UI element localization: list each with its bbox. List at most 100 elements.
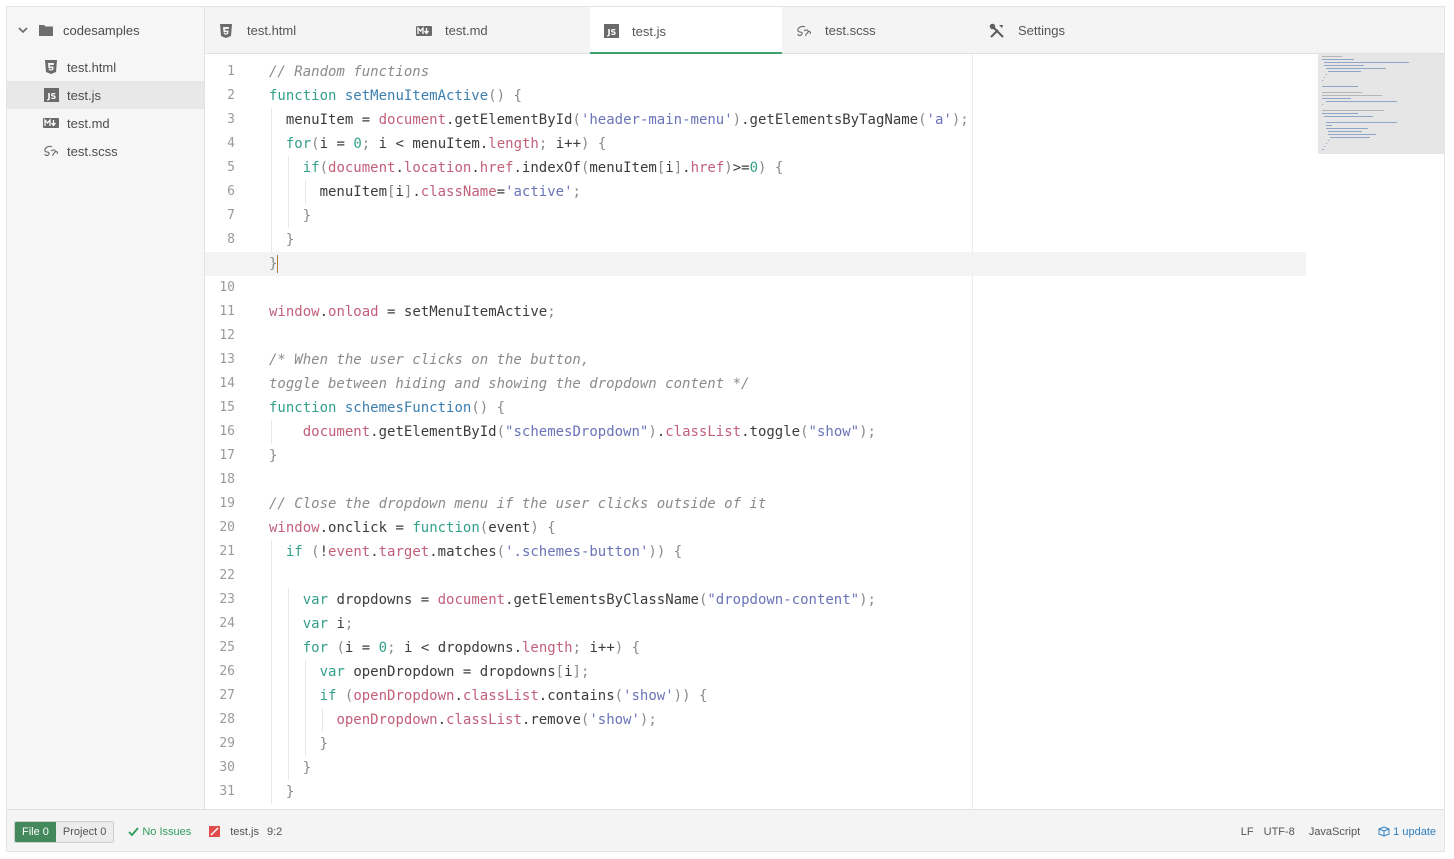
line-number[interactable]: 25 bbox=[205, 636, 235, 660]
line-ending-selector[interactable]: LF bbox=[1241, 826, 1254, 838]
minimap-visible-area[interactable] bbox=[1318, 54, 1444, 154]
line-number[interactable]: 18 bbox=[205, 468, 235, 492]
line-number[interactable]: 24 bbox=[205, 612, 235, 636]
tab-test-scss[interactable]: test.scss bbox=[783, 7, 973, 54]
code-line[interactable]: for(i = 0; i < menuItem.length; i++) { bbox=[269, 132, 1306, 156]
code-line[interactable]: var i; bbox=[269, 612, 1306, 636]
package-updates[interactable]: 1 update bbox=[1378, 826, 1436, 838]
code-line[interactable] bbox=[269, 564, 1306, 588]
indent-guide bbox=[304, 708, 306, 732]
code-line[interactable]: toggle between hiding and showing the dr… bbox=[269, 372, 1306, 396]
line-number[interactable]: 10 bbox=[205, 276, 235, 300]
line-number[interactable]: 16 bbox=[205, 420, 235, 444]
linter-status[interactable]: No Issues bbox=[128, 826, 191, 838]
code-line[interactable]: } bbox=[205, 252, 1306, 276]
cursor-position[interactable]: 9:2 bbox=[267, 826, 282, 838]
line-number[interactable]: 8 bbox=[205, 228, 235, 252]
code-line[interactable]: if (!event.target.matches('.schemes-butt… bbox=[269, 540, 1306, 564]
tree-item-test-scss[interactable]: test.scss bbox=[7, 137, 204, 165]
code-line[interactable]: } bbox=[269, 444, 1306, 468]
code-line[interactable]: function schemesFunction() { bbox=[269, 396, 1306, 420]
line-number[interactable]: 11 bbox=[205, 300, 235, 324]
minimap-line bbox=[1324, 62, 1410, 63]
line-number[interactable]: 19 bbox=[205, 492, 235, 516]
minimap-line bbox=[1324, 65, 1364, 66]
line-number[interactable]: 12 bbox=[205, 324, 235, 348]
line-number[interactable]: 3 bbox=[205, 108, 235, 132]
line-number[interactable]: 4 bbox=[205, 132, 235, 156]
indent-guide bbox=[271, 132, 272, 156]
code-line[interactable]: document.getElementById("schemesDropdown… bbox=[269, 420, 1306, 444]
code-line[interactable]: // Close the dropdown menu if the user c… bbox=[269, 492, 1306, 516]
line-number[interactable]: 5 bbox=[205, 156, 235, 180]
line-number[interactable]: 2 bbox=[205, 84, 235, 108]
line-number[interactable]: 28 bbox=[205, 708, 235, 732]
code-lines[interactable]: // Random functions function setMenuItemA… bbox=[205, 54, 1306, 809]
file-info[interactable]: test.js 9:2 bbox=[209, 826, 282, 838]
line-number[interactable]: 22 bbox=[205, 564, 235, 588]
minimap-line bbox=[1326, 122, 1398, 123]
code-line[interactable]: /* When the user clicks on the button, bbox=[269, 348, 1306, 372]
encoding-selector[interactable]: UTF-8 bbox=[1264, 826, 1295, 838]
code-line[interactable]: function setMenuItemActive() { bbox=[269, 84, 1306, 108]
line-number[interactable]: 29 bbox=[205, 732, 235, 756]
indent-guide bbox=[287, 684, 289, 708]
minimap-line bbox=[1322, 56, 1342, 57]
line-number[interactable]: 27 bbox=[205, 684, 235, 708]
tree-item-test-md[interactable]: test.md bbox=[7, 109, 204, 137]
code-line[interactable]: var dropdowns = document.getElementsByCl… bbox=[269, 588, 1306, 612]
tab-test-md[interactable]: test.md bbox=[403, 7, 593, 54]
line-number[interactable]: 21 bbox=[205, 540, 235, 564]
grammar-selector[interactable]: JavaScript bbox=[1309, 826, 1360, 838]
code-line[interactable]: window.onclick = function(event) { bbox=[269, 516, 1306, 540]
line-number[interactable]: 15 bbox=[205, 396, 235, 420]
line-number[interactable]: 20 bbox=[205, 516, 235, 540]
code-line[interactable]: openDropdown.classList.remove('show'); bbox=[269, 708, 1306, 732]
tree-item-test-html[interactable]: test.html bbox=[7, 53, 204, 81]
code-line[interactable]: menuItem = document.getElementById('head… bbox=[269, 108, 1306, 132]
indent-guide bbox=[271, 612, 272, 636]
code-line[interactable]: if (openDropdown.classList.contains('sho… bbox=[269, 684, 1306, 708]
tab-settings[interactable]: Settings bbox=[976, 7, 1166, 54]
tab-test-js[interactable]: JS test.js bbox=[590, 7, 782, 55]
tab-test-html[interactable]: test.html bbox=[205, 7, 395, 54]
code-line[interactable]: var openDropdown = dropdowns[i]; bbox=[269, 660, 1306, 684]
line-number[interactable]: 1 bbox=[205, 60, 235, 84]
minimap-line bbox=[1326, 128, 1368, 129]
tree-item-test-js[interactable]: JS test.js bbox=[7, 81, 204, 109]
code-line[interactable]: } bbox=[269, 780, 1306, 804]
minimap-line bbox=[1328, 71, 1361, 72]
indent-guide bbox=[304, 180, 306, 204]
code-line[interactable]: if(document.location.href.indexOf(menuIt… bbox=[269, 156, 1306, 180]
code-line[interactable]: } bbox=[269, 228, 1306, 252]
code-line[interactable] bbox=[269, 324, 1306, 348]
line-number[interactable]: 6 bbox=[205, 180, 235, 204]
line-number[interactable]: 23 bbox=[205, 588, 235, 612]
linter-counters: File 0 Project 0 bbox=[14, 820, 115, 843]
indent-guide bbox=[271, 708, 272, 732]
code-line[interactable]: window.onload = setMenuItemActive; bbox=[269, 300, 1306, 324]
line-number[interactable]: 26 bbox=[205, 660, 235, 684]
line-number[interactable]: 13 bbox=[205, 348, 235, 372]
tree-root-folder[interactable]: codesamples bbox=[7, 7, 204, 53]
code-line[interactable]: } bbox=[269, 732, 1306, 756]
line-number[interactable]: 7 bbox=[205, 204, 235, 228]
line-number[interactable]: 31 bbox=[205, 780, 235, 804]
code-line[interactable]: } bbox=[269, 756, 1306, 780]
project-issues-button[interactable]: Project 0 bbox=[55, 821, 114, 842]
line-number[interactable]: 30 bbox=[205, 756, 235, 780]
code-line[interactable]: // Random functions bbox=[269, 60, 1306, 84]
code-line[interactable]: for (i = 0; i < dropdowns.length; i++) { bbox=[269, 636, 1306, 660]
js-icon: JS bbox=[43, 88, 59, 102]
text-cursor bbox=[277, 255, 279, 273]
code-editor[interactable]: 1234567891011121314151617181920212223242… bbox=[205, 54, 1444, 809]
code-line[interactable] bbox=[269, 468, 1306, 492]
code-line[interactable]: menuItem[i].className='active'; bbox=[269, 180, 1306, 204]
file-issues-button[interactable]: File 0 bbox=[15, 821, 56, 842]
minimap-line bbox=[1326, 74, 1328, 75]
code-line[interactable] bbox=[269, 276, 1306, 300]
line-number[interactable]: 14 bbox=[205, 372, 235, 396]
code-line[interactable]: } bbox=[269, 204, 1306, 228]
minimap[interactable] bbox=[1316, 54, 1444, 809]
line-number[interactable]: 17 bbox=[205, 444, 235, 468]
